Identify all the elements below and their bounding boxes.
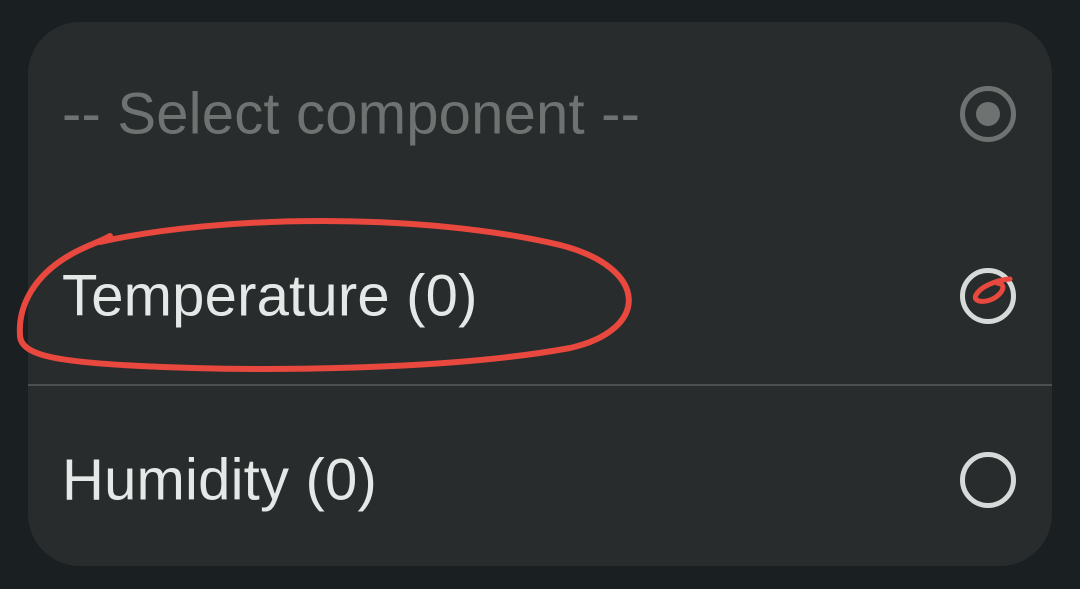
option-label: Humidity (0) bbox=[62, 447, 377, 513]
radio-unselected-icon[interactable] bbox=[960, 452, 1016, 508]
radio-selected-icon[interactable] bbox=[960, 86, 1016, 142]
radio-dot bbox=[976, 102, 1000, 126]
option-label: Temperature (0) bbox=[62, 263, 478, 329]
option-humidity[interactable]: Humidity (0) bbox=[28, 410, 1052, 550]
option-temperature[interactable]: Temperature (0) bbox=[28, 226, 1052, 366]
option-select-component-placeholder[interactable]: -- Select component -- bbox=[28, 44, 1052, 184]
component-select-dialog: -- Select component -- Temperature (0) H… bbox=[28, 22, 1052, 566]
radio-unselected-icon[interactable] bbox=[960, 268, 1016, 324]
option-label: -- Select component -- bbox=[62, 81, 641, 147]
divider bbox=[28, 384, 1052, 386]
